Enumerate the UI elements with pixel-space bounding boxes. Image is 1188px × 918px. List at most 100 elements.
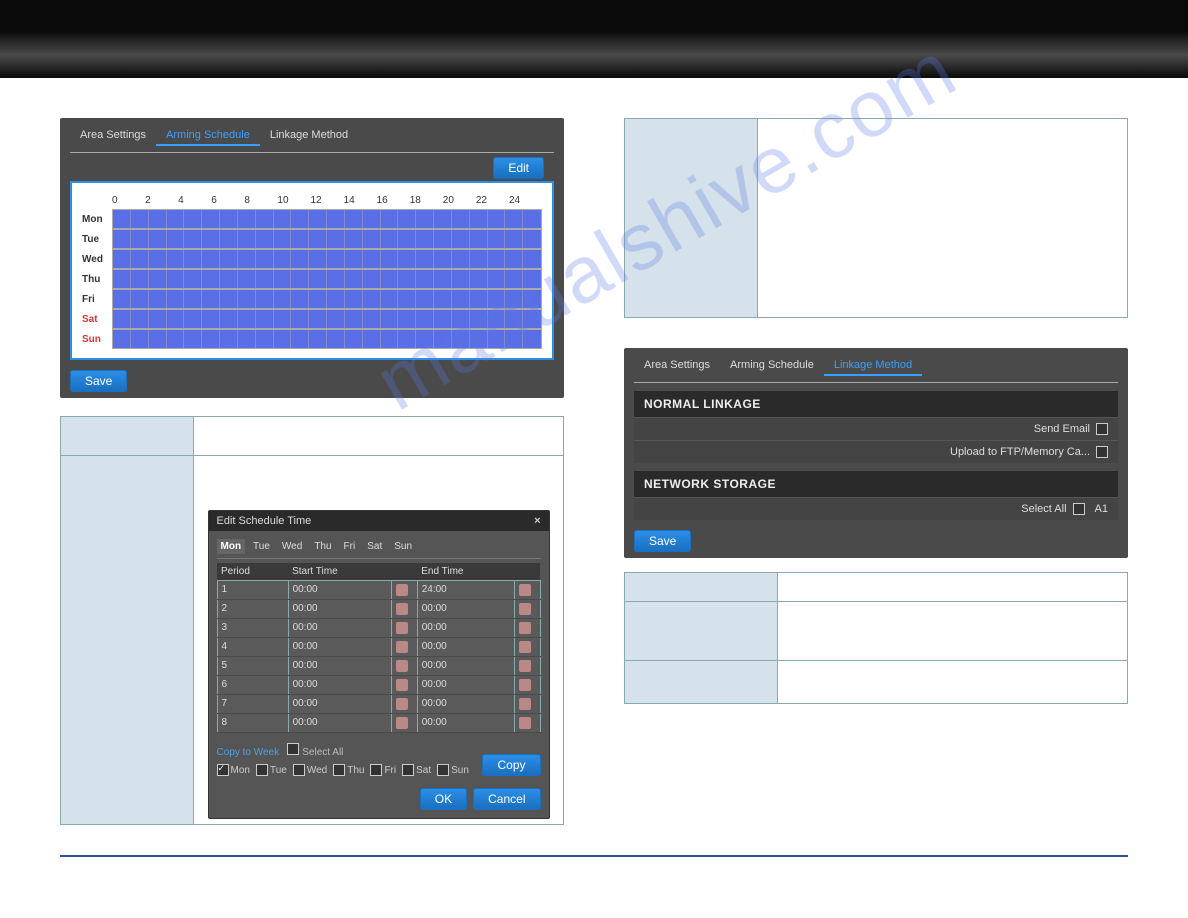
info-left-mid-right: Edit Schedule Time × MonTueWedThuFriSatS… — [194, 456, 564, 825]
day-row: Thu — [82, 270, 542, 288]
checkbox[interactable] — [333, 764, 345, 776]
clock-icon[interactable] — [519, 584, 531, 596]
start-time[interactable]: 00:00 — [288, 695, 391, 714]
day-row: Wed — [82, 250, 542, 268]
end-time[interactable]: 00:00 — [417, 676, 514, 695]
day-bar[interactable] — [112, 309, 542, 329]
day-bar[interactable] — [112, 329, 542, 349]
period-num: 8 — [217, 714, 288, 733]
header-band — [0, 0, 1188, 78]
day-tab[interactable]: Mon — [217, 539, 246, 554]
day-tab[interactable]: Fri — [340, 539, 360, 554]
select-all-label: Select All — [302, 747, 343, 758]
end-time[interactable]: 00:00 — [417, 619, 514, 638]
period-row: 600:0000:00 — [217, 676, 540, 695]
copy-day-check[interactable]: Thu — [333, 764, 364, 776]
clock-icon[interactable] — [519, 641, 531, 653]
start-time[interactable]: 00:00 — [288, 600, 391, 619]
start-time[interactable]: 00:00 — [288, 581, 391, 600]
end-time[interactable]: 24:00 — [417, 581, 514, 600]
checkbox[interactable] — [370, 764, 382, 776]
linkage-table-r1c2 — [778, 602, 1128, 661]
period-table: Period Start Time End Time 100:0024:0020… — [217, 563, 541, 733]
checkbox[interactable] — [437, 764, 449, 776]
day-tab[interactable]: Sun — [390, 539, 416, 554]
start-time[interactable]: 00:00 — [288, 638, 391, 657]
send-email-checkbox[interactable] — [1096, 423, 1108, 435]
period-row: 300:0000:00 — [217, 619, 540, 638]
clock-icon[interactable] — [396, 584, 408, 596]
tab-linkage-method[interactable]: Linkage Method — [260, 126, 358, 146]
checkbox[interactable] — [402, 764, 414, 776]
cancel-button[interactable]: Cancel — [473, 788, 540, 810]
clock-icon[interactable] — [519, 660, 531, 672]
tabs-arming: Area Settings Arming Schedule Linkage Me… — [70, 126, 554, 146]
clock-icon[interactable] — [396, 660, 408, 672]
day-tab[interactable]: Sat — [363, 539, 386, 554]
tab-area-settings[interactable]: Area Settings — [70, 126, 156, 146]
arming-schedule-panel: Area Settings Arming Schedule Linkage Me… — [60, 118, 564, 398]
tab-linkage-method-2[interactable]: Linkage Method — [824, 356, 922, 376]
select-all-checkbox[interactable] — [287, 743, 299, 755]
end-time[interactable]: 00:00 — [417, 695, 514, 714]
copy-day-check[interactable]: Sat — [402, 764, 431, 776]
clock-icon[interactable] — [396, 679, 408, 691]
checkbox[interactable] — [217, 764, 229, 776]
tab-arming-schedule[interactable]: Arming Schedule — [156, 126, 260, 146]
clock-icon[interactable] — [396, 717, 408, 729]
tab-arming-schedule-2[interactable]: Arming Schedule — [720, 356, 824, 376]
day-bar[interactable] — [112, 209, 542, 229]
day-bar[interactable] — [112, 229, 542, 249]
copy-day-check[interactable]: Fri — [370, 764, 396, 776]
ok-button[interactable]: OK — [420, 788, 467, 810]
copy-day-check[interactable]: Sun — [437, 764, 469, 776]
copy-day-check[interactable]: Mon — [217, 764, 250, 776]
clock-icon[interactable] — [396, 641, 408, 653]
clock-icon[interactable] — [519, 698, 531, 710]
upload-checkbox[interactable] — [1096, 446, 1108, 458]
save-button-linkage[interactable]: Save — [634, 530, 691, 552]
clock-icon[interactable] — [519, 679, 531, 691]
period-row: 100:0024:00 — [217, 581, 540, 600]
info-right-top-right — [758, 119, 1128, 318]
start-time[interactable]: 00:00 — [288, 657, 391, 676]
day-label: Tue — [82, 234, 112, 245]
select-all-storage-checkbox[interactable] — [1073, 503, 1085, 515]
copy-day-check[interactable]: Tue — [256, 764, 287, 776]
clock-icon[interactable] — [519, 717, 531, 729]
checkbox[interactable] — [256, 764, 268, 776]
day-bar[interactable] — [112, 269, 542, 289]
day-tab[interactable]: Thu — [310, 539, 335, 554]
day-bar[interactable] — [112, 249, 542, 269]
edit-button[interactable]: Edit — [493, 157, 544, 179]
day-bar[interactable] — [112, 289, 542, 309]
clock-icon[interactable] — [396, 698, 408, 710]
period-num: 3 — [217, 619, 288, 638]
clock-icon[interactable] — [396, 603, 408, 615]
end-time[interactable]: 00:00 — [417, 600, 514, 619]
tab-area-settings-2[interactable]: Area Settings — [634, 356, 720, 376]
close-icon[interactable]: × — [534, 515, 540, 527]
copy-button[interactable]: Copy — [482, 754, 540, 776]
day-tab[interactable]: Tue — [249, 539, 274, 554]
hour-label: 10 — [277, 195, 310, 206]
copy-to-week-link[interactable]: Copy to Week — [217, 747, 280, 758]
end-time[interactable]: 00:00 — [417, 638, 514, 657]
day-label: Fri — [82, 294, 112, 305]
start-time[interactable]: 00:00 — [288, 676, 391, 695]
copy-day-check[interactable]: Wed — [293, 764, 327, 776]
day-label: Wed — [82, 254, 112, 265]
day-row: Sat — [82, 310, 542, 328]
end-time[interactable]: 00:00 — [417, 657, 514, 676]
checkbox[interactable] — [293, 764, 305, 776]
col-start: Start Time — [288, 563, 391, 581]
clock-icon[interactable] — [519, 622, 531, 634]
clock-icon[interactable] — [519, 603, 531, 615]
day-tab[interactable]: Wed — [278, 539, 306, 554]
period-num: 6 — [217, 676, 288, 695]
save-button-arming[interactable]: Save — [70, 370, 127, 392]
start-time[interactable]: 00:00 — [288, 714, 391, 733]
end-time[interactable]: 00:00 — [417, 714, 514, 733]
start-time[interactable]: 00:00 — [288, 619, 391, 638]
clock-icon[interactable] — [396, 622, 408, 634]
